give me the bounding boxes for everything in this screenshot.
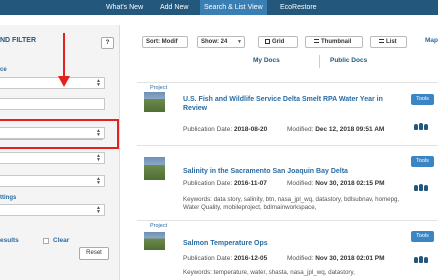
filter-bottom-row: esults Clear Reset [0, 233, 120, 260]
sort-select[interactable]: Sort: Modif [142, 36, 188, 48]
modified-date-label: Modified: [287, 126, 314, 133]
list-icon [379, 39, 384, 43]
results-label: esults [0, 237, 19, 244]
annotation-arrow-icon [58, 76, 70, 87]
result-modified-date: Modified: Dec 12, 2018 09:51 AM [287, 126, 384, 133]
reset-button[interactable]: Reset [79, 247, 109, 260]
tab-public-docs[interactable]: Public Docs [330, 57, 367, 64]
sort-select-label: Sort: Modif [146, 39, 178, 45]
select-arrows-icon: ▲ ▼ [96, 78, 101, 88]
result-thumbnail[interactable] [144, 92, 165, 112]
nav-item-whats-new[interactable]: What's New [106, 0, 143, 15]
result-publication-date: Publication Date: 2016-11-07 [183, 180, 267, 187]
filter-source-label: ce [0, 67, 7, 73]
list-view-button[interactable]: List [370, 36, 407, 48]
thumbnail-icon [314, 39, 319, 43]
filter-select-5[interactable]: ▲ ▼ [0, 175, 105, 187]
filter-select-3[interactable]: ▲ ▼ [0, 127, 105, 139]
show-count-label: Show: 24 [201, 39, 228, 45]
result-title-link[interactable]: Salmon Temperature Ops [183, 239, 393, 248]
publication-date-value: 2016-12-05 [233, 255, 268, 262]
result-thumbnail[interactable] [144, 157, 165, 180]
select-arrows-icon: ▲ ▼ [96, 205, 101, 215]
result-keywords: Keywords: data story, salinity, btn, nas… [183, 196, 400, 211]
filter-select-4[interactable]: ▲ ▼ [0, 152, 105, 164]
top-nav-bar: What's New Add New Search & List View Ec… [0, 0, 438, 15]
people-icon[interactable] [414, 122, 428, 130]
nav-item-ecorestore[interactable]: EcoRestore [280, 0, 317, 15]
show-count-select[interactable]: Show: 24 ▼ [197, 36, 245, 48]
docs-tabs: My Docs Public Docs [137, 55, 437, 68]
tab-divider [319, 55, 320, 68]
filter-select-2[interactable] [0, 98, 105, 110]
people-icon[interactable] [414, 183, 428, 191]
nav-item-add-new[interactable]: Add New [160, 0, 188, 15]
nav-item-search-list-view[interactable]: Search & List View [200, 0, 267, 15]
modified-date-label: Modified: [287, 255, 314, 262]
result-publication-date: Publication Date: 2018-08-20 [183, 126, 267, 133]
result-card: Project Salmon Temperature Ops Publicati… [137, 220, 438, 280]
chevron-down-icon: ▼ [237, 39, 242, 45]
publication-date-value: 2018-08-20 [233, 126, 268, 133]
help-button[interactable]: ? [101, 37, 114, 49]
result-publication-date: Publication Date: 2016-12-05 [183, 255, 267, 262]
annotation-arrow-shaft [63, 33, 65, 77]
filter-panel-title: ND FILTER [0, 37, 37, 44]
people-icon[interactable] [414, 255, 428, 263]
tools-button[interactable]: Tools [411, 94, 434, 105]
modified-date-value: Dec 12, 2018 09:51 AM [315, 126, 385, 133]
publication-date-label: Publication Date: [183, 180, 233, 187]
result-thumbnail[interactable] [144, 232, 165, 250]
map-view-link[interactable]: Map [425, 37, 438, 44]
clear-checkbox[interactable] [43, 238, 49, 244]
result-modified-date: Modified: Nov 30, 2018 02:01 PM [287, 255, 385, 262]
list-view-label: List [386, 39, 397, 45]
clear-link[interactable]: Clear [53, 237, 69, 244]
source-select[interactable]: ▲ ▼ [0, 77, 105, 89]
tools-button[interactable]: Tools [411, 231, 434, 242]
publication-date-label: Publication Date: [183, 126, 233, 133]
grid-view-button[interactable]: Grid [258, 36, 298, 48]
result-type-label: Project [150, 223, 168, 229]
result-type-label: Project [150, 85, 168, 91]
settings-select[interactable]: ▲ ▼ [0, 204, 105, 216]
grid-view-label: Grid [272, 39, 285, 45]
publication-date-label: Publication Date: [183, 255, 233, 262]
select-arrows-icon: ▲ ▼ [96, 176, 101, 186]
modified-date-label: Modified: [287, 180, 314, 187]
result-keywords: Keywords: temperature, water, shasta, na… [183, 269, 355, 276]
select-arrows-icon: ▲ ▼ [96, 128, 101, 138]
thumbnail-view-label: Thumbnail [321, 39, 352, 45]
filter-panel: ND FILTER ? ce ▲ ▼ ▲ ▼ ▲ ▼ ▲ ▼ ttings ▲ ▼ esu… [0, 25, 120, 280]
tab-my-docs[interactable]: My Docs [253, 57, 280, 64]
result-card: Salinity in the Sacramento San Joaquin B… [137, 145, 438, 220]
result-title-link[interactable]: U.S. Fish and Wildlife Service Delta Sme… [183, 95, 393, 113]
modified-date-value: Nov 30, 2018 02:15 PM [315, 180, 385, 187]
result-modified-date: Modified: Nov 30, 2018 02:15 PM [287, 180, 385, 187]
filter-settings-label: ttings [0, 195, 17, 201]
result-title-link[interactable]: Salinity in the Sacramento San Joaquin B… [183, 167, 393, 176]
result-card: Project U.S. Fish and Wildlife Service D… [137, 82, 438, 145]
modified-date-value: Nov 30, 2018 02:01 PM [315, 255, 385, 262]
grid-icon [265, 39, 270, 44]
thumbnail-view-button[interactable]: Thumbnail [305, 36, 363, 48]
select-arrows-icon: ▲ ▼ [96, 153, 101, 163]
publication-date-value: 2016-11-07 [233, 180, 267, 187]
tools-button[interactable]: Tools [411, 156, 434, 167]
